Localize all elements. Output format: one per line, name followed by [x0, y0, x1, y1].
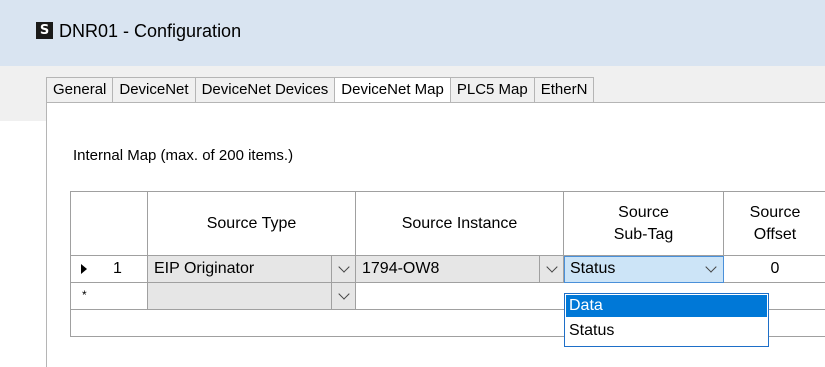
source-offset-cell[interactable]: 0	[724, 256, 825, 283]
tab-general[interactable]: General	[46, 77, 114, 102]
window-title: DNR01 - Configuration	[59, 21, 242, 41]
source-subtag-value: Status	[570, 260, 616, 277]
source-type-dropdown-button[interactable]	[331, 256, 355, 282]
dropdown-option-status[interactable]: Status	[566, 320, 767, 342]
source-offset-value: 0	[770, 260, 780, 277]
new-source-type-dropdown-button[interactable]	[331, 283, 355, 309]
column-header-source-instance[interactable]: Source Instance	[356, 192, 564, 256]
source-subtag-combo[interactable]: Status	[564, 256, 724, 283]
chevron-down-icon	[545, 260, 558, 273]
chevron-down-icon	[337, 287, 350, 300]
chevron-down-icon	[705, 260, 717, 273]
row-header-corner	[71, 192, 148, 256]
dropdown-option-data[interactable]: Data	[566, 295, 767, 317]
source-instance-value: 1794-OW8	[362, 260, 440, 277]
chevron-down-icon	[337, 260, 350, 273]
source-type-value: EIP Originator	[154, 260, 255, 277]
source-subtag-dropdown-button[interactable]	[699, 257, 723, 281]
column-header-source-type[interactable]: Source Type	[148, 192, 356, 256]
tab-devicenet-devices[interactable]: DeviceNet Devices	[195, 77, 336, 102]
tab-plc5-map[interactable]: PLC5 Map	[450, 77, 535, 102]
tab-devicenet-map[interactable]: DeviceNet Map	[335, 77, 451, 102]
column-header-source-offset[interactable]: Source Offset	[724, 192, 825, 256]
source-type-combo[interactable]: EIP Originator	[148, 256, 356, 283]
source-instance-combo[interactable]: 1794-OW8	[356, 256, 564, 283]
tab-ethernet[interactable]: EtherN	[534, 77, 595, 102]
current-row-arrow-icon	[81, 264, 87, 274]
row-header-1[interactable]: 1	[71, 256, 148, 283]
row-number: 1	[113, 260, 122, 277]
column-header-source-subtag[interactable]: Source Sub-Tag	[564, 192, 724, 256]
internal-map-label: Internal Map (max. of 200 items.)	[73, 147, 294, 164]
new-source-type-combo[interactable]	[148, 283, 356, 310]
app-logo-icon: S	[36, 22, 53, 39]
title-bar: S DNR01 - Configuration	[0, 0, 825, 66]
row-header-new[interactable]: *	[71, 283, 148, 310]
new-row-star-icon: *	[82, 288, 87, 302]
source-instance-dropdown-button[interactable]	[539, 256, 563, 282]
tab-devicenet[interactable]: DeviceNet	[113, 77, 196, 102]
source-subtag-dropdown-list: Data Status	[564, 293, 769, 347]
